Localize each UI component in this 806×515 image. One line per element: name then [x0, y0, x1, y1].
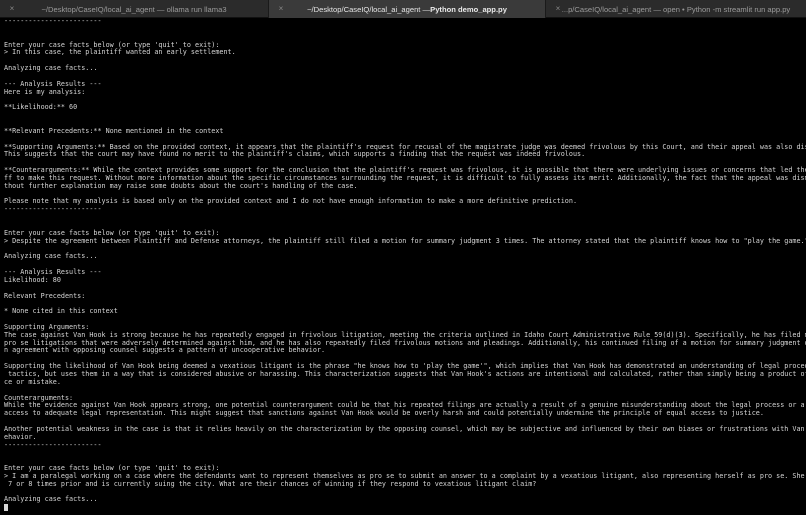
terminal-line: * None cited in this context: [4, 307, 118, 316]
text-cursor: [4, 504, 8, 512]
tab-label-command: Python demo_app.py: [430, 4, 507, 14]
terminal-line: Another potential weakness in the case i…: [4, 424, 806, 433]
tab-label: ~/Desktop/CaseIQ/local_ai_agent — ollama…: [41, 4, 227, 14]
terminal-line: Analyzing case facts...: [4, 495, 98, 504]
terminal-line: n agreement with opposing counsel sugges…: [4, 346, 326, 355]
terminal-line: --- Analysis Results ---: [4, 79, 102, 88]
tab-close-icon[interactable]: ×: [276, 4, 286, 14]
terminal-line: > In this case, the plaintiff wanted an …: [4, 48, 236, 57]
terminal-line: Relevant Precedents:: [4, 291, 86, 300]
tab-close-icon[interactable]: ×: [7, 4, 17, 14]
terminal-line: **Relevant Precedents:** None mentioned …: [4, 126, 224, 135]
terminal-line: Please note that my analysis is based on…: [4, 197, 578, 206]
terminal-line: 7 or 8 times prior and is currently suin…: [4, 479, 537, 488]
terminal-prompt-line[interactable]: [4, 504, 806, 512]
terminal-line: ------------------------: [4, 440, 102, 449]
tab-label-path: ~/Desktop/CaseIQ/local_ai_agent —: [307, 4, 431, 14]
terminal-line: Likelihood: 80: [4, 275, 61, 284]
tab-python-demo-app[interactable]: × ~/Desktop/CaseIQ/local_ai_agent — Pyth…: [269, 0, 546, 18]
terminal-line: --- Analysis Results ---: [4, 268, 102, 276]
tab-ollama-run-llama3[interactable]: × ~/Desktop/CaseIQ/local_ai_agent — olla…: [0, 0, 269, 18]
terminal-line: access to adequate legal representation.…: [4, 409, 764, 418]
tab-close-icon[interactable]: ×: [553, 4, 563, 14]
terminal-line: tactics, but uses them in a way that is …: [4, 369, 806, 378]
terminal-line: ------------------------: [4, 18, 102, 25]
terminal-line: > Despite the agreement between Plaintif…: [4, 236, 806, 245]
tab-label: ...p/CaseIQ/local_ai_agent — open • Pyth…: [561, 4, 791, 14]
terminal-line: **Likelihood:** 60: [4, 103, 78, 112]
terminal-line: Analyzing case facts...: [4, 252, 98, 261]
terminal-line: ehavior.: [4, 432, 37, 441]
tab-streamlit-app[interactable]: × ...p/CaseIQ/local_ai_agent — open • Py…: [546, 0, 806, 18]
terminal-line: Analyzing case facts...: [4, 64, 98, 73]
terminal-line: ce or mistake.: [4, 377, 61, 386]
terminal-line: Here is my analysis:: [4, 87, 86, 96]
terminal-line: This suggests that the court may have fo…: [4, 150, 586, 159]
terminal-line: thout further explanation may raise some…: [4, 181, 358, 190]
terminal-line: ------------------------: [4, 205, 102, 214]
terminal-tab-bar: × ~/Desktop/CaseIQ/local_ai_agent — olla…: [0, 0, 806, 18]
terminal-output[interactable]: ------------------------ Enter your case …: [0, 18, 806, 515]
